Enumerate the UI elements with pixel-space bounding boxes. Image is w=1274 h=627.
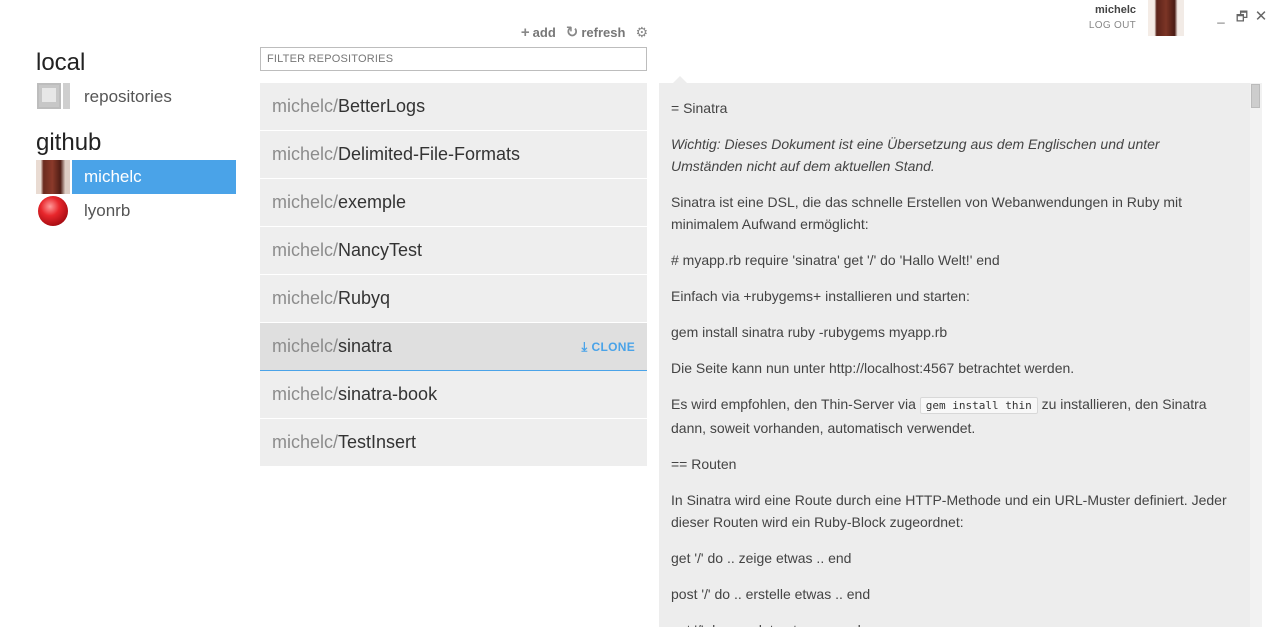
refresh-icon: ↻ [565, 24, 579, 41]
sidebar-item-label: repositories [84, 87, 172, 106]
sidebar: local repositories github michelc lyonrb [36, 48, 236, 228]
repo-name: sinatra [338, 336, 393, 356]
repo-row[interactable]: michelc/NancyTest [260, 227, 647, 275]
refresh-label: refresh [581, 24, 626, 40]
sidebar-item-repositories[interactable]: repositories [36, 80, 236, 114]
readme-heading: = Sinatra [671, 100, 728, 116]
user-avatar[interactable] [1148, 0, 1184, 36]
minimize-icon[interactable]: _ [1214, 10, 1228, 24]
repo-name: NancyTest [338, 240, 423, 260]
sidebar-item-lyonrb[interactable]: lyonrb [36, 194, 236, 228]
logout-link[interactable]: LOG OUT [1060, 20, 1136, 31]
repo-name: TestInsert [338, 432, 417, 452]
repo-name: Delimited-File-Formats [338, 144, 521, 164]
repo-name: Rubyq [338, 288, 391, 308]
local-section-title: local [36, 49, 86, 76]
readme-scrollbar[interactable] [1250, 83, 1262, 627]
repository-list: michelc/BetterLogs michelc/Delimited-Fil… [260, 83, 647, 467]
repo-row[interactable]: michelc/exemple [260, 179, 647, 227]
readme-paragraph: In Sinatra wird eine Route durch eine HT… [671, 492, 1227, 530]
computer-icon [36, 80, 70, 114]
scrollbar-thumb[interactable] [1251, 84, 1260, 108]
repo-owner: michelc/ [272, 336, 339, 356]
readme-paragraph: Die Seite kann nun unter http://localhos… [671, 360, 1075, 376]
clone-button[interactable]: ⤓ CLONE [581, 323, 635, 371]
readme-paragraph: put '/' do .. update etwas .. end [671, 619, 1227, 627]
sidebar-item-label: michelc [72, 160, 236, 194]
repo-owner: michelc/ [272, 240, 339, 260]
add-label: add [532, 24, 556, 40]
sidebar-item-label: lyonrb [84, 201, 131, 220]
plus-icon: + [520, 23, 530, 41]
repo-row[interactable]: michelc/BetterLogs [260, 83, 647, 131]
add-button[interactable]: + add [521, 24, 556, 41]
repo-owner: michelc/ [272, 144, 339, 164]
readme-paragraph: post '/' do .. erstelle etwas .. end [671, 586, 871, 602]
readme-paragraph: Wichtig: Dieses Dokument ist eine Überse… [671, 136, 1160, 174]
repo-owner: michelc/ [272, 432, 339, 452]
repo-owner: michelc/ [272, 96, 339, 116]
readme-panel[interactable]: = Sinatra Wichtig: Dieses Dokument ist e… [659, 83, 1262, 627]
ruby-icon [36, 194, 70, 228]
readme-paragraph: Sinatra ist eine DSL, die das schnelle E… [671, 194, 1183, 232]
repo-owner: michelc/ [272, 192, 339, 212]
avatar [36, 160, 70, 194]
repo-owner: michelc/ [272, 288, 339, 308]
repo-name: sinatra-book [338, 384, 438, 404]
download-icon: ⤓ [581, 339, 588, 354]
repo-row[interactable]: michelc/sinatra-book [260, 371, 647, 419]
refresh-button[interactable]: ↻ refresh [566, 23, 626, 41]
repo-row[interactable]: michelc/Rubyq [260, 275, 647, 323]
restore-icon[interactable]: 🗗 [1235, 10, 1249, 24]
readme-paragraph: gem install sinatra ruby -rubygems myapp… [671, 324, 948, 340]
clone-label: CLONE [591, 340, 635, 354]
gear-icon[interactable]: ⚙ [635, 24, 648, 41]
readme-paragraph: Einfach via +rubygems+ installieren und … [671, 288, 970, 304]
readme-heading: == Routen [671, 456, 737, 472]
readme-content: = Sinatra Wichtig: Dieses Dokument ist e… [659, 83, 1249, 627]
user-name: michelc [1095, 4, 1136, 16]
repo-row-selected[interactable]: michelc/sinatra ⤓ CLONE [260, 323, 647, 371]
user-area: michelc LOG OUT _ 🗗 ✕ [1060, 0, 1274, 40]
repo-row[interactable]: michelc/TestInsert [260, 419, 647, 467]
repo-owner: michelc/ [272, 384, 339, 404]
close-icon[interactable]: ✕ [1254, 9, 1268, 24]
repo-name: BetterLogs [338, 96, 426, 116]
readme-text: Es wird empfohlen, den Thin-Server via [671, 396, 920, 412]
github-section-title: github [36, 129, 102, 156]
repo-toolbar: + add ↻ refresh ⚙ [500, 22, 648, 42]
readme-code: gem install thin [919, 397, 1038, 414]
readme-paragraph: get '/' do .. zeige etwas .. end [671, 550, 852, 566]
filter-repositories-input[interactable] [260, 47, 647, 71]
repo-row[interactable]: michelc/Delimited-File-Formats [260, 131, 647, 179]
repo-name: exemple [338, 192, 407, 212]
readme-paragraph: # myapp.rb require 'sinatra' get '/' do … [671, 252, 1000, 268]
readme-paragraph: Es wird empfohlen, den Thin-Server via g… [671, 393, 1227, 439]
sidebar-item-michelc[interactable]: michelc [36, 160, 236, 194]
